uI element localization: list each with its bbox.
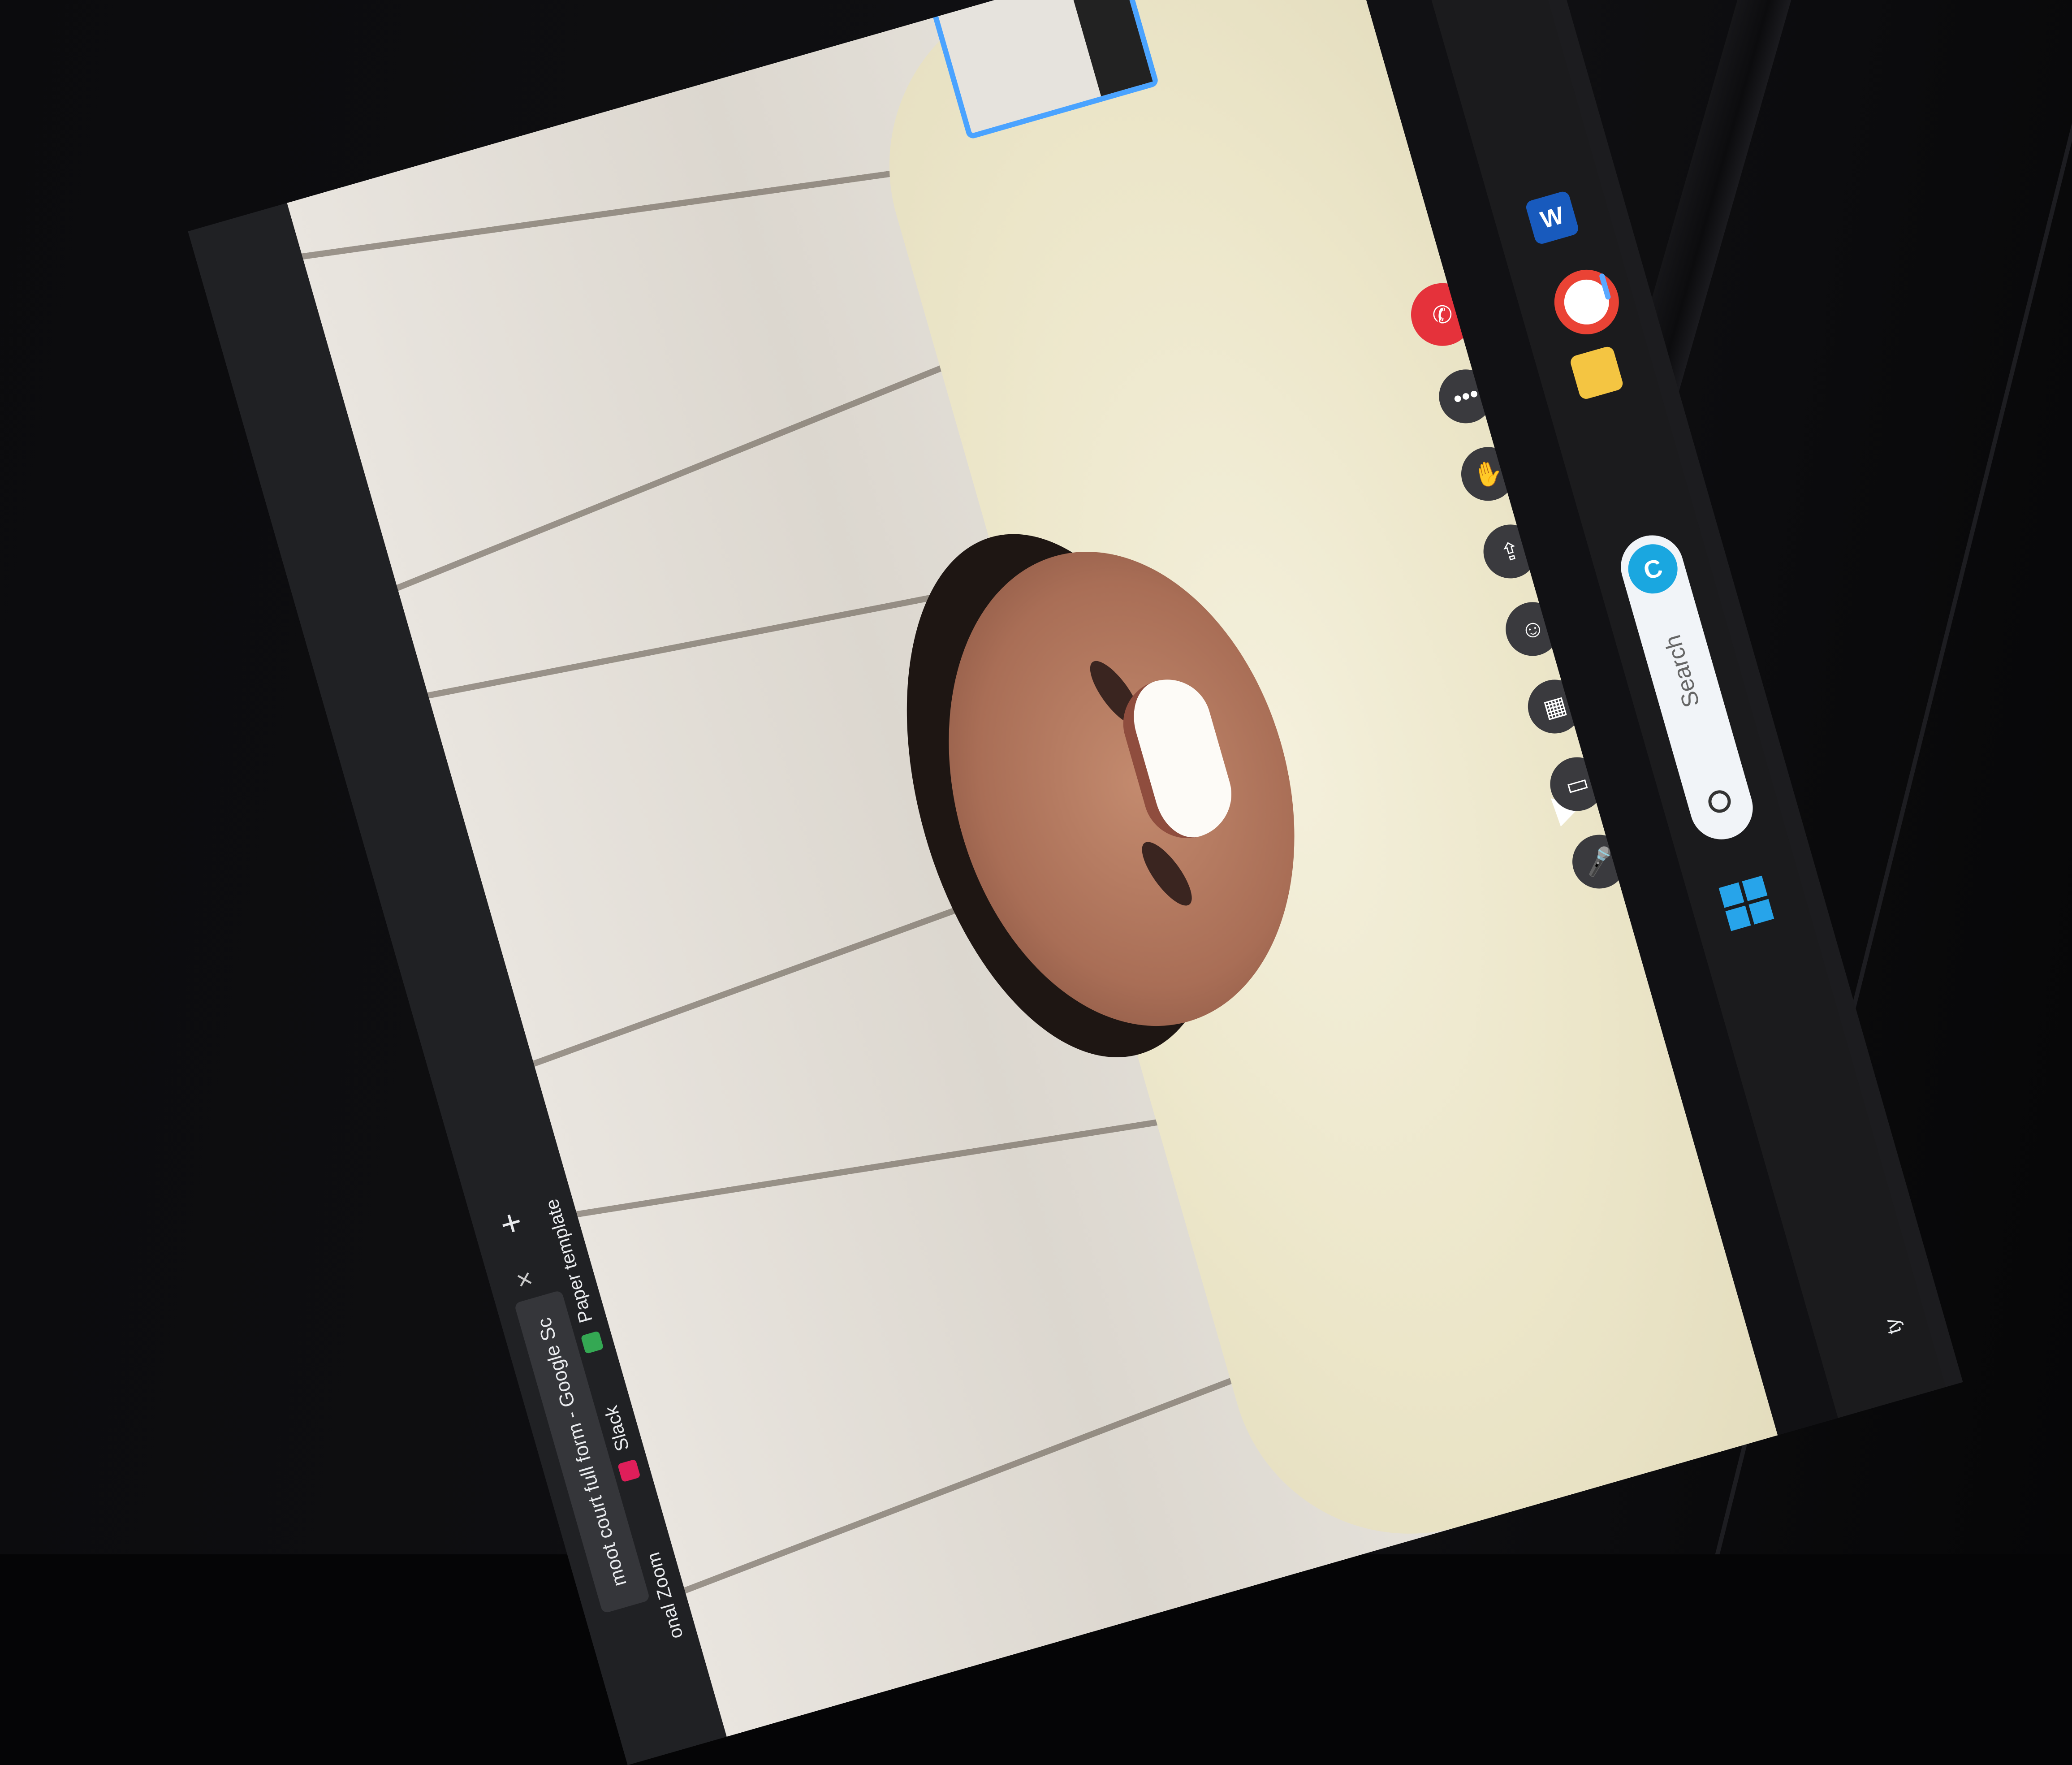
participant-eye (1133, 835, 1200, 913)
start-tile (1748, 899, 1774, 925)
start-tile (1725, 905, 1751, 931)
new-tab-button[interactable]: + (496, 1200, 527, 1246)
phone-icon: ✆ (1429, 299, 1456, 331)
copilot-icon[interactable]: C (1622, 538, 1684, 600)
word-icon[interactable]: W (1524, 190, 1580, 246)
search-icon (1705, 787, 1734, 816)
share-icon: ⇪ (1497, 536, 1524, 567)
slack-icon (617, 1459, 641, 1483)
chrome-icon[interactable] (1546, 262, 1627, 342)
google-sheets-icon (580, 1331, 604, 1354)
tray-text: ty (1880, 1315, 1906, 1337)
file-explorer-icon[interactable] (1569, 345, 1625, 401)
search-placeholder: Search (1659, 632, 1705, 710)
chevron-left-icon[interactable]: < (1384, 0, 1408, 11)
start-tile (1718, 882, 1744, 908)
start-tile (1742, 875, 1768, 901)
tab-close-button[interactable]: × (513, 1262, 536, 1296)
windows-start-button[interactable] (1718, 875, 1774, 931)
